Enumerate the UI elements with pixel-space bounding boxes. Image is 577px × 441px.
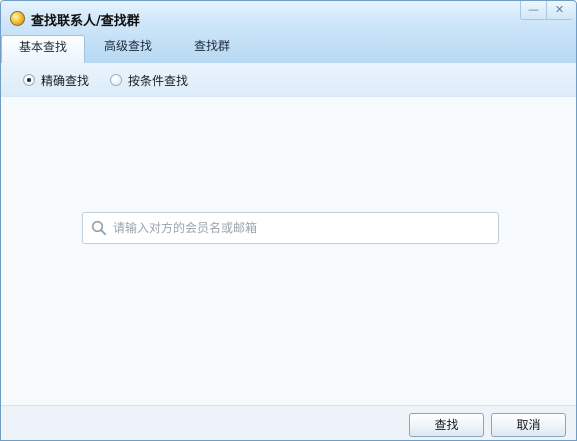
- radio-checked-icon: [23, 74, 35, 86]
- window-title: 查找联系人/查找群: [31, 14, 140, 29]
- radio-exact-search-label: 精确查找: [41, 73, 90, 88]
- title-bar[interactable]: 查找联系人/查找群 — ✕ 基本查找 高级查找 查找群: [1, 1, 576, 64]
- radio-condition-search[interactable]: 按条件查找: [110, 63, 188, 97]
- tab-bar: 基本查找 高级查找 查找群: [1, 35, 576, 64]
- search-input[interactable]: [113, 215, 483, 241]
- cancel-button[interactable]: 取消: [491, 413, 566, 437]
- radio-condition-search-label: 按条件查找: [128, 73, 189, 88]
- tab-advanced-search[interactable]: 高级查找: [89, 35, 167, 63]
- search-icon: [91, 220, 107, 236]
- search-button[interactable]: 查找: [409, 413, 484, 437]
- search-mode-bar: 精确查找 按条件查找: [1, 63, 576, 97]
- minimize-button[interactable]: —: [520, 1, 546, 20]
- search-field[interactable]: [82, 212, 499, 244]
- find-contact-window: 查找联系人/查找群 — ✕ 基本查找 高级查找 查找群 精确查找 按条件查找 查…: [0, 0, 577, 441]
- radio-exact-search[interactable]: 精确查找: [23, 63, 89, 97]
- search-content-area: [1, 98, 576, 408]
- tab-basic-search[interactable]: 基本查找: [1, 35, 85, 64]
- close-button[interactable]: ✕: [546, 1, 572, 20]
- radio-unchecked-icon: [110, 74, 122, 86]
- app-logo-icon: [10, 11, 25, 26]
- footer-bar: 查找 取消: [1, 405, 576, 440]
- tab-group-search[interactable]: 查找群: [177, 35, 247, 63]
